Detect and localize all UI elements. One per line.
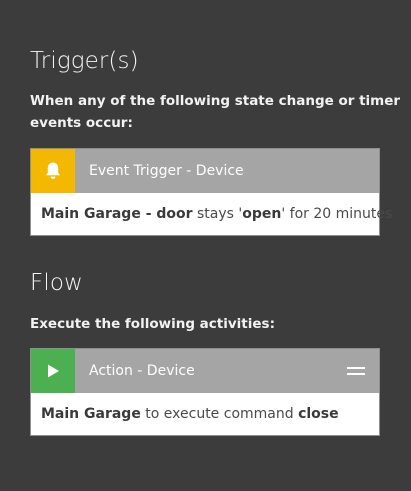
trigger-duration-text: ' for 20 minutes [281,206,393,222]
trigger-section-title: Trigger(s) [30,48,139,74]
trigger-description-line1: When any of the following state change o… [30,93,401,109]
flow-section-title: Flow [30,270,83,296]
trigger-section-description: When any of the following state change o… [30,90,400,134]
trigger-stays-text: stays ' [192,206,243,222]
action-device-card-header[interactable]: Action - Device [31,349,379,393]
action-device-name: Main Garage [41,406,141,422]
action-device-card[interactable]: Action - Device Main Garage to execute c… [30,348,380,436]
event-trigger-card-title: Event Trigger - Device [89,163,244,179]
flow-section-description: Execute the following activities: [30,316,275,332]
trigger-state: open [242,206,282,222]
event-trigger-card-body[interactable]: Main Garage - door stays ' open ' for 20 m… [31,193,392,235]
trigger-device-name: Main Garage [41,206,141,222]
action-command: close [298,406,339,422]
action-device-card-body[interactable]: Main Garage to execute command close [31,393,379,435]
play-icon [31,349,75,393]
event-trigger-card-header[interactable]: Event Trigger - Device [31,149,379,193]
trigger-description-line2: events occur: [30,115,133,131]
action-mid-text: to execute command [140,406,299,422]
bell-icon [31,149,75,193]
trigger-attribute: door [156,206,193,222]
event-trigger-card[interactable]: Event Trigger - Device Main Garage - doo… [30,148,392,236]
drag-handle-icon[interactable] [347,367,365,375]
action-device-card-title: Action - Device [89,363,195,379]
trigger-dash: - [140,206,157,222]
